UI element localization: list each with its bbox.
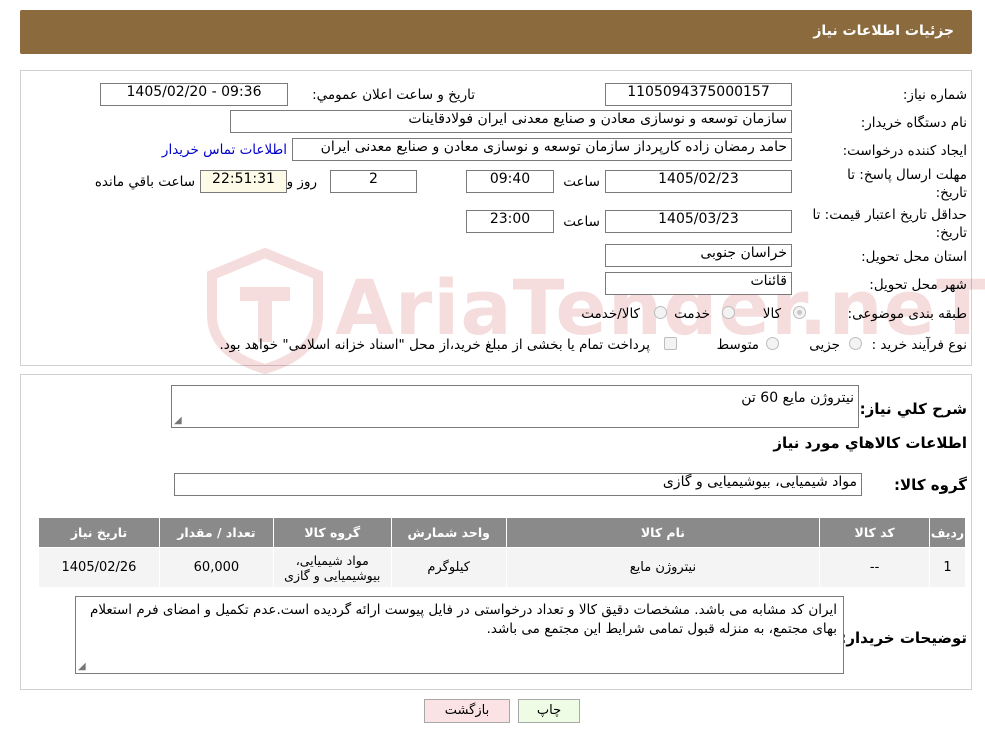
- cell-unit: کیلوگرم: [390, 547, 507, 588]
- cell-row: 1: [929, 547, 966, 588]
- purchase-type-option-medium: متوسط: [716, 337, 759, 353]
- remaining-days-label: روز و: [286, 174, 317, 190]
- need-number-label: شماره نیاز:: [902, 87, 967, 103]
- reply-deadline-date-field[interactable]: 1405/02/23: [605, 170, 792, 193]
- cell-name: نیتروژن مایع: [505, 547, 821, 588]
- category-label: طبقه بندی موضوعی:: [847, 306, 967, 322]
- col-unit-header: واحد شمارش: [390, 517, 507, 548]
- price-validity-time-label: ساعت: [563, 214, 600, 230]
- col-code-header: کد کالا: [819, 517, 931, 548]
- reply-deadline-label: مهلت ارسال پاسخ: تا تاریخ:: [847, 167, 967, 201]
- price-validity-time-field[interactable]: 23:00: [466, 210, 554, 233]
- purchase-type-radio-minor[interactable]: [849, 337, 862, 350]
- col-group-header: گروه کالا: [272, 517, 392, 548]
- buyer-contact-link[interactable]: اطلاعات تماس خریدار: [162, 142, 287, 158]
- announce-datetime-label: تاریخ و ساعت اعلان عمومي:: [312, 87, 475, 103]
- col-qty-header: تعداد / مقدار: [158, 517, 274, 548]
- category-radio-service[interactable]: [722, 306, 735, 319]
- col-date-header: تاریخ نیاز: [38, 517, 160, 548]
- col-name-header: نام کالا: [505, 517, 821, 548]
- buyer-notes-field[interactable]: ایران کد مشابه می باشد. مشخصات دقیق کالا…: [75, 596, 844, 674]
- category-radio-goods[interactable]: [793, 306, 806, 319]
- print-button[interactable]: چاپ: [518, 699, 580, 723]
- province-label: استان محل تحویل:: [861, 249, 967, 265]
- category-radio-goods-service[interactable]: [654, 306, 667, 319]
- city-field[interactable]: قائنات: [605, 272, 792, 295]
- table-header-row: رديف کد کالا نام کالا واحد شمارش گروه کا…: [38, 517, 966, 548]
- remaining-days-field[interactable]: 2: [330, 170, 417, 193]
- requester-label: ايجاد کننده درخواست:: [842, 143, 967, 159]
- treasury-checkbox[interactable]: [664, 337, 677, 350]
- need-number-field[interactable]: 1105094375000157: [605, 83, 792, 106]
- purchase-type-option-minor: جزیی: [809, 337, 840, 353]
- price-validity-label: حداقل تاریخ اعتبار قیمت: تا تاریخ:: [812, 207, 967, 241]
- buyer-notes-label: توضيحات خريدار:: [840, 629, 967, 647]
- items-table: رديف کد کالا نام کالا واحد شمارش گروه کا…: [38, 517, 966, 588]
- announce-datetime-field[interactable]: 1405/02/20 - 09:36: [100, 83, 288, 106]
- col-row-header: رديف: [929, 517, 966, 548]
- general-desc-label: شرح کلي نياز:: [859, 400, 967, 418]
- province-field[interactable]: خراسان جنوبی: [605, 244, 792, 267]
- cell-code: --: [819, 547, 931, 588]
- table-row: 1 -- نیتروژن مایع کیلوگرم مواد شیمیایی، …: [38, 547, 966, 588]
- price-validity-date-field[interactable]: 1405/03/23: [605, 210, 792, 233]
- category-option-goods-service: کالا/خدمت: [581, 306, 640, 322]
- category-option-goods: کالا: [762, 306, 781, 322]
- goods-info-title: اطلاعات کالاهاي مورد نياز: [773, 434, 967, 452]
- general-desc-field[interactable]: نیتروژن مایع 60 تن: [171, 385, 859, 428]
- remaining-time-field: 22:51:31: [200, 170, 287, 193]
- page-header: جزئیات اطلاعات نیاز: [20, 10, 972, 54]
- category-option-service: خدمت: [674, 306, 710, 322]
- reply-deadline-time-label: ساعت: [563, 174, 600, 190]
- city-label: شهر محل تحویل:: [869, 277, 967, 293]
- cell-qty: 60,000: [158, 547, 274, 588]
- remaining-time-label: ساعت باقي مانده: [94, 174, 195, 190]
- cell-date: 1405/02/26: [38, 547, 160, 588]
- treasury-note: پرداخت تمام یا بخشی از مبلغ خرید،از محل …: [219, 337, 650, 353]
- buyer-org-label: نام دستگاه خريدار:: [860, 115, 967, 131]
- reply-deadline-time-field[interactable]: 09:40: [466, 170, 554, 193]
- notes-resize-grip-icon: ◢: [78, 661, 86, 672]
- purchase-type-radio-medium[interactable]: [766, 337, 779, 350]
- requester-field[interactable]: حامد رمضان زاده کارپرداز سازمان توسعه و …: [292, 138, 792, 161]
- page-title: جزئیات اطلاعات نیاز: [813, 23, 954, 39]
- cell-group: مواد شیمیایی، بیوشیمیایی و گازی: [272, 547, 392, 588]
- resize-grip-icon: ◢: [174, 415, 182, 426]
- back-button[interactable]: بازگشت: [424, 699, 510, 723]
- purchase-type-label: نوع فرآیند خرید :: [871, 337, 967, 353]
- buyer-org-field[interactable]: سازمان توسعه و نوسازی معادن و صنایع معدن…: [230, 110, 792, 133]
- goods-group-label: گروه کالا:: [894, 476, 967, 494]
- goods-group-field[interactable]: مواد شیمیایی، بیوشیمیایی و گازی: [174, 473, 862, 496]
